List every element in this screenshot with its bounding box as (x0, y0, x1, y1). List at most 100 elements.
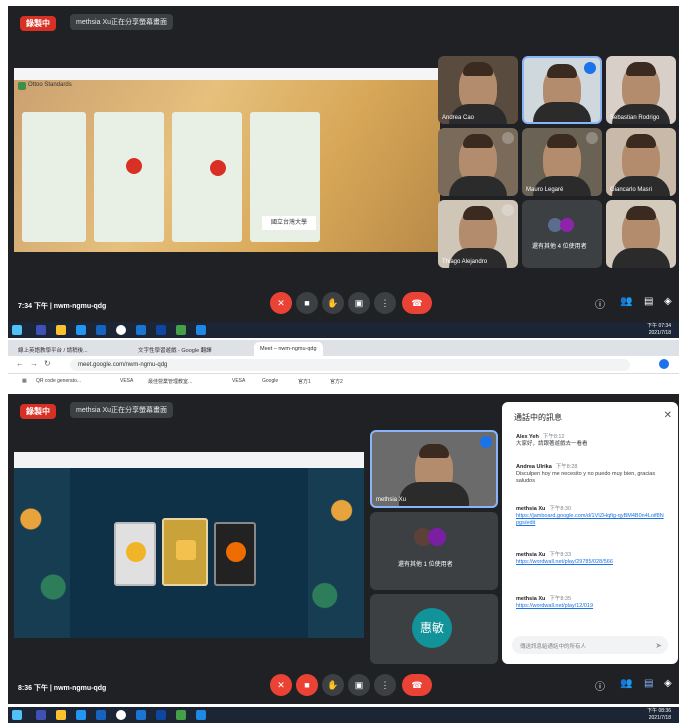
meeting-time-code: 8:36 下午 | nwm-ngmu-qdg (18, 685, 107, 692)
message-time: 下午8:30 (549, 506, 572, 512)
browser-tab-active[interactable]: Meet – nwm-ngmu-qdg (254, 342, 323, 356)
others-tile[interactable]: 還有其他 1 位使用者 (370, 512, 498, 590)
mic-off-button[interactable]: ✕ (270, 674, 292, 696)
folder-icon[interactable] (56, 325, 66, 335)
participant-name: Sebastian Rodrigo (610, 115, 660, 121)
bookmark-item[interactable]: 官方2 (330, 378, 343, 385)
bookmark-item[interactable]: 官方1 (298, 378, 311, 385)
store-icon[interactable] (76, 710, 86, 720)
info-icon[interactable]: ⓘ (595, 296, 605, 311)
mail-icon[interactable] (96, 710, 106, 720)
close-icon[interactable]: ✕ (664, 410, 672, 421)
avatar-tile[interactable]: 惠敏 (370, 594, 498, 664)
end-call-button[interactable]: ☎ (402, 292, 432, 314)
chat-message: Andrea Ulrika 下午8:28 Disculpen hoy me nec… (516, 464, 666, 485)
participant-tile[interactable] (606, 200, 676, 268)
windows-start-icon[interactable] (12, 710, 22, 720)
send-icon[interactable]: ➤ (655, 641, 662, 650)
present-button[interactable]: ▣ (348, 292, 370, 314)
game-card[interactable] (114, 522, 156, 586)
participant-name: Giancarlo Masri (610, 187, 653, 193)
present-button[interactable]: ▣ (348, 674, 370, 696)
app-icon[interactable] (136, 710, 146, 720)
chat-icon[interactable]: ▤ (644, 678, 653, 689)
app-icon[interactable] (196, 710, 206, 720)
bookmark-item[interactable]: VESA (120, 378, 133, 384)
more-options-button[interactable]: ⋮ (374, 292, 396, 314)
chrome-icon[interactable] (116, 710, 126, 720)
windows-start-icon[interactable] (12, 325, 22, 335)
edge-icon[interactable] (36, 325, 46, 335)
message-text: Disculpen hoy me necesito y no puedo muy… (516, 471, 656, 484)
browser-tab[interactable]: 文字性學習遊戲 - Google 翻譯 (132, 342, 218, 356)
browser-tab[interactable]: 線上英語教學平台 / 請稍後... (12, 342, 94, 356)
participant-tile[interactable]: Thiago Alejandro (438, 200, 518, 268)
self-name: methsia Xu (376, 497, 407, 503)
meet-window-top: 錄製中 methsia Xu正在分享螢幕畫面 Ottoo Standards 國… (8, 6, 679, 322)
app-icon[interactable] (136, 325, 146, 335)
camera-off-button[interactable]: ■ (296, 674, 318, 696)
bookmark-item[interactable]: 最佳營業管理教室... (148, 378, 192, 385)
store-icon[interactable] (76, 325, 86, 335)
info-icon[interactable]: ⓘ (595, 678, 605, 693)
participant-tile[interactable]: 還有其他 4 位使用者 (522, 200, 602, 268)
mail-icon[interactable] (96, 325, 106, 335)
forward-icon[interactable]: → (30, 359, 38, 368)
url-input[interactable]: meet.google.com/nwm-ngmu-qdg (70, 359, 630, 371)
app-icon[interactable] (156, 325, 166, 335)
message-author: methsia Xu (516, 506, 546, 512)
participant-tile[interactable]: Sebastian Rodrigo (606, 56, 676, 124)
participant-tile[interactable] (438, 128, 518, 196)
participant-tile[interactable]: Andrea Cao (438, 56, 518, 124)
reload-icon[interactable]: ↻ (44, 359, 51, 368)
message-link[interactable]: https://wordwall.net/play/29785/028/566 (516, 559, 613, 565)
folder-icon[interactable] (56, 710, 66, 720)
message-link[interactable]: https://jamboard.google.com/d/1VIZHqfig-… (516, 513, 664, 526)
chat-input[interactable]: 傳送訊息給通話中的所有人 (512, 636, 668, 654)
message-link[interactable]: https://wordwall.net/play/12/019 (516, 603, 593, 609)
profile-avatar[interactable] (659, 359, 669, 369)
people-icon[interactable]: 👥 (620, 296, 632, 307)
bookmark-item[interactable]: Google (262, 378, 278, 384)
participant-name: Andrea Cao (442, 115, 475, 121)
end-call-button[interactable]: ☎ (402, 674, 432, 696)
message-time: 下午8:35 (549, 596, 572, 602)
tray-date: 2021/7/18 (648, 715, 671, 721)
app-icon[interactable] (156, 710, 166, 720)
system-tray-clock: 下午 08:36 2021/7/18 (647, 708, 671, 722)
chat-message: methsia Xu 下午8:35 https://wordwall.net/pl… (516, 596, 666, 610)
chat-title: 通話中的訊息 (514, 413, 562, 422)
recording-badge: 錄製中 (20, 16, 56, 31)
app-icon[interactable] (176, 325, 186, 335)
participant-tile[interactable]: Mauro Legaré (522, 128, 602, 196)
shared-screen (14, 452, 364, 638)
activities-icon[interactable]: ◈ (664, 678, 672, 689)
app-icon[interactable] (196, 325, 206, 335)
chrome-icon[interactable] (116, 325, 126, 335)
chat-panel: 通話中的訊息 ✕ Alex Yeh 下午8:12 大家好，請跟著遊戲去一看看 An… (502, 402, 678, 664)
message-author: methsia Xu (516, 552, 546, 558)
raise-hand-button[interactable]: ✋ (322, 674, 344, 696)
bookmark-apps-icon[interactable]: ▦ (22, 378, 27, 384)
message-time: 下午8:33 (549, 552, 572, 558)
raise-hand-button[interactable]: ✋ (322, 292, 344, 314)
system-tray-clock: 下午 07:34 2021/7/18 (647, 323, 671, 337)
address-bar-row: ← → ↻ meet.google.com/nwm-ngmu-qdg (8, 356, 679, 374)
people-icon[interactable]: 👥 (620, 678, 632, 689)
mic-off-button[interactable]: ✕ (270, 292, 292, 314)
game-card[interactable] (162, 518, 208, 586)
participant-tile[interactable] (522, 56, 602, 124)
self-video-tile[interactable]: methsia Xu (370, 430, 498, 508)
board-title: Ottoo Standards (28, 82, 72, 88)
app-icon[interactable] (176, 710, 186, 720)
back-icon[interactable]: ← (16, 359, 24, 368)
participant-tile[interactable]: Giancarlo Masri (606, 128, 676, 196)
chat-icon[interactable]: ▤ (644, 296, 653, 307)
activities-icon[interactable]: ◈ (664, 296, 672, 307)
more-options-button[interactable]: ⋮ (374, 674, 396, 696)
game-card[interactable] (214, 522, 256, 586)
edge-icon[interactable] (36, 710, 46, 720)
camera-button[interactable]: ■ (296, 292, 318, 314)
bookmark-item[interactable]: VESA (232, 378, 245, 384)
bookmark-item[interactable]: QR code generato... (36, 378, 81, 384)
